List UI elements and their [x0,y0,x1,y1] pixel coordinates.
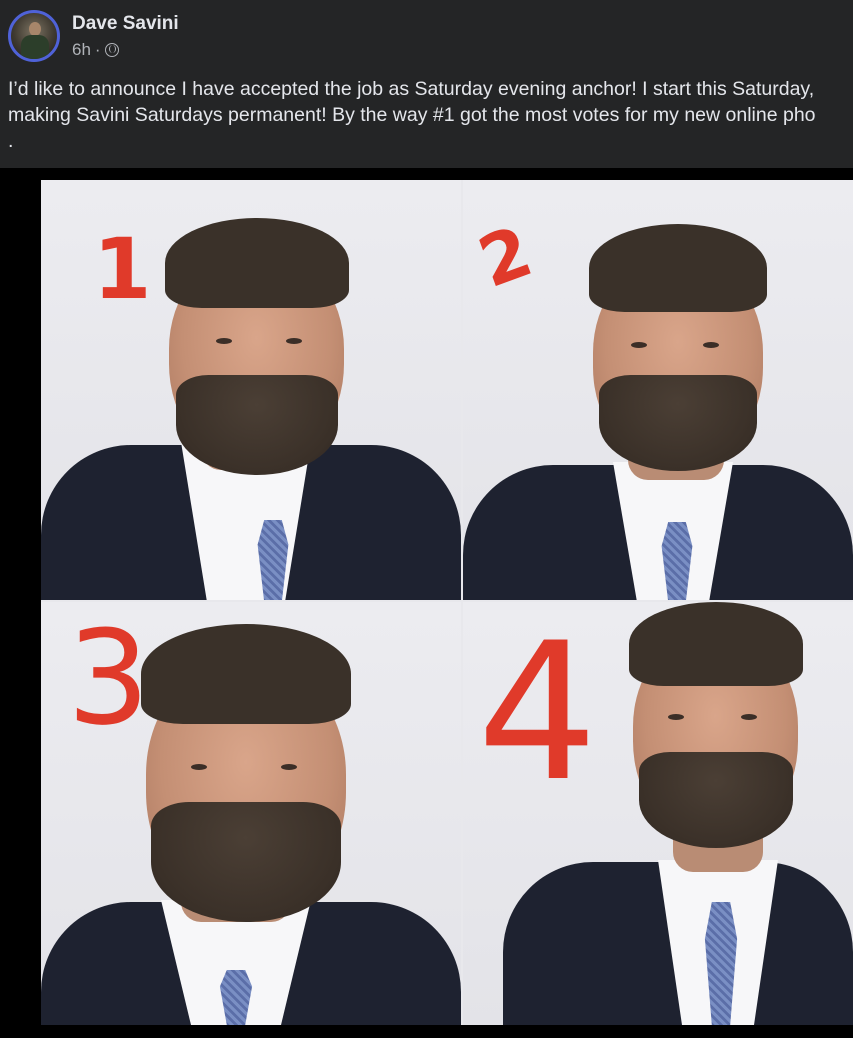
panel-number-2: 2 [468,210,543,304]
facebook-post: Dave Savini 6h · I’d like to announce I … [0,0,853,1038]
photo-container[interactable]: 1 2 3 4 [0,168,853,1038]
photo-panel-2: 2 [463,180,853,600]
post-time[interactable]: 6h [72,38,91,62]
post-meta: Dave Savini 6h · [72,12,179,62]
photo-panel-1: 1 [41,180,461,600]
post-photo[interactable]: 1 2 3 4 [41,180,853,1025]
photo-panel-4: 4 [463,602,853,1025]
caption-line-3: . [8,130,14,152]
timestamp-row: 6h · [72,38,179,62]
author-name[interactable]: Dave Savini [72,12,179,36]
caption-line-2: making Savini Saturdays permanent! By th… [8,104,816,126]
separator-dot: · [94,40,101,59]
photo-panel-3: 3 [41,602,461,1025]
panel-number-4: 4 [477,602,598,823]
panel-number-1: 1 [93,220,152,318]
post-header: Dave Savini 6h · [8,10,179,62]
post-caption: I’d like to announce I have accepted the… [8,76,853,154]
panel-number-3: 3 [67,602,150,754]
avatar[interactable] [8,10,60,62]
caption-line-1: I’d like to announce I have accepted the… [8,78,815,100]
globe-icon[interactable] [104,43,119,57]
